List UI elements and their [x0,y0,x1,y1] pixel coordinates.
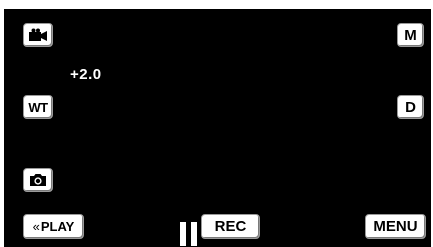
playback-label: PLAY [40,219,75,234]
double-chevron-left-icon: « [32,219,40,234]
manual-mode-label: M [404,26,417,44]
record-button[interactable]: REC [201,214,260,239]
pause-icon[interactable] [180,222,198,246]
zoom-wt-button[interactable]: WT [23,95,53,119]
snapshot-button[interactable] [23,168,53,192]
video-mode-button[interactable] [23,23,53,47]
playback-button[interactable]: « PLAY [23,214,84,239]
menu-button[interactable]: MENU [365,214,426,239]
display-label: D [405,98,416,116]
manual-mode-button[interactable]: M [397,23,424,47]
camera-screen: M +2.0 WT D « PLAY REC MENU [4,9,431,247]
menu-label: MENU [373,218,418,235]
record-label: REC [214,218,247,235]
exposure-value: +2.0 [70,66,102,83]
camera-icon [30,174,46,186]
zoom-wt-label: WT [28,99,48,115]
video-camera-icon [29,28,47,41]
display-button[interactable]: D [397,95,424,119]
